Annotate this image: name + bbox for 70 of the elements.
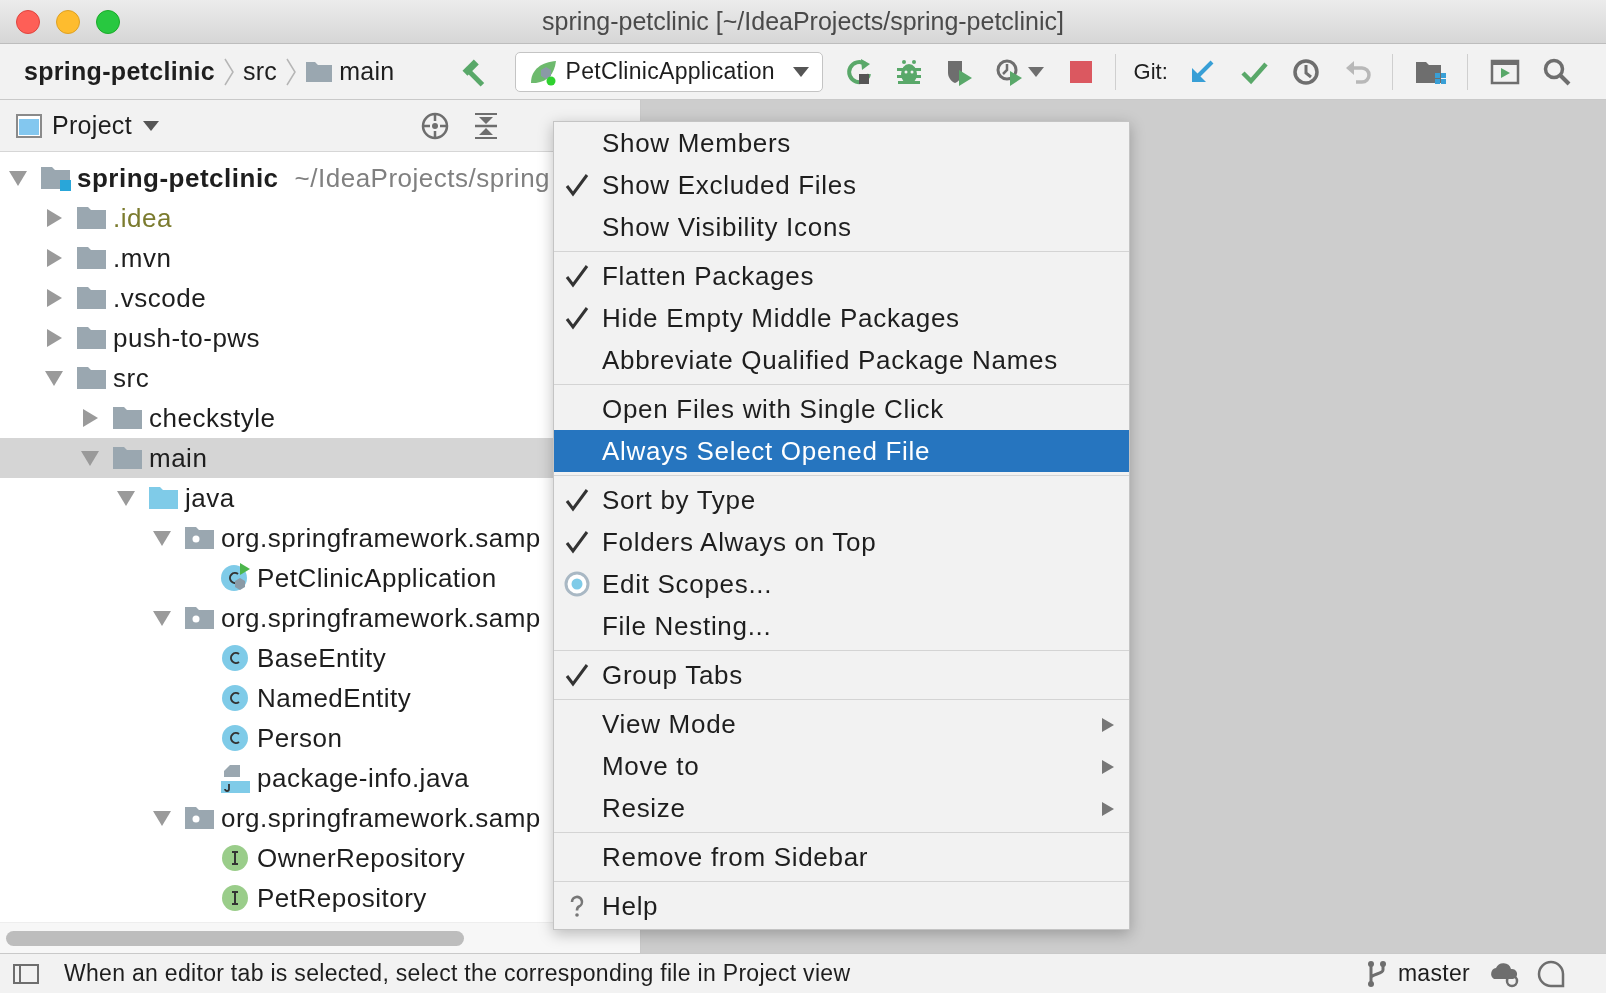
breadcrumb-chevron-icon <box>285 56 298 87</box>
menu-item[interactable]: Show Visibility Icons <box>554 206 1129 248</box>
menu-item[interactable]: Flatten Packages <box>554 255 1129 297</box>
caret-down-icon[interactable] <box>116 488 136 508</box>
menu-item[interactable]: View Mode <box>554 703 1129 745</box>
submenu-arrow-icon <box>1101 717 1115 733</box>
caret-icon[interactable] <box>1026 65 1045 78</box>
menu-item[interactable]: Help <box>554 885 1129 927</box>
caret-down-icon[interactable] <box>44 368 64 388</box>
crosshair-icon[interactable] <box>420 110 450 141</box>
menu-item[interactable]: Resize <box>554 787 1129 829</box>
menu-item[interactable]: File Nesting... <box>554 605 1129 647</box>
menu-item[interactable]: Open Files with Single Click <box>554 388 1129 430</box>
interface-icon <box>220 882 251 914</box>
status-message: When an editor tab is selected, select the corresponding file in Project view <box>64 960 851 987</box>
run-window-icon[interactable] <box>1489 57 1520 86</box>
breadcrumb-item[interactable]: main <box>339 57 395 86</box>
menu-item[interactable]: Abbreviate Qualified Package Names <box>554 339 1129 381</box>
caret-right-icon[interactable] <box>80 408 100 428</box>
run-configuration-dropdown[interactable]: PetClinicApplication <box>514 51 823 92</box>
breadcrumb-item[interactable]: src <box>242 57 278 86</box>
caret-right-icon[interactable] <box>44 328 64 348</box>
class-icon <box>220 642 251 674</box>
scrollbar-thumb[interactable] <box>6 930 464 946</box>
caret-right-icon[interactable] <box>44 208 64 228</box>
class-icon <box>220 682 251 714</box>
clock-icon[interactable] <box>1291 57 1320 86</box>
java-file-icon <box>220 762 251 794</box>
window-icon <box>16 113 42 138</box>
class-icon <box>220 562 251 594</box>
menu-item[interactable]: Always Select Opened File <box>554 430 1129 472</box>
search-icon[interactable] <box>1541 56 1572 87</box>
menu-item[interactable]: Edit Scopes... <box>554 563 1129 605</box>
git-label: Git: <box>1133 58 1168 85</box>
submenu-arrow-icon <box>1101 759 1115 775</box>
menu-item[interactable]: Show Members <box>554 122 1129 164</box>
zoom-button[interactable] <box>96 9 120 34</box>
interface-icon <box>220 842 251 874</box>
submenu-arrow-icon <box>1101 801 1115 817</box>
window-title: spring-petclinic [~/IdeaProjects/spring-petclinic] <box>542 7 1064 36</box>
caret-down-icon[interactable] <box>152 608 172 628</box>
menu-item[interactable]: Sort by Type <box>554 479 1129 521</box>
menu-item[interactable]: Move to <box>554 745 1129 787</box>
caret-down-icon[interactable] <box>80 448 100 468</box>
branch-icon <box>1365 959 1388 988</box>
speech-bubble-icon[interactable] <box>1536 958 1566 989</box>
menu-item[interactable]: Hide Empty Middle Packages <box>554 297 1129 339</box>
caret-down-icon[interactable] <box>152 808 172 828</box>
menu-item[interactable]: Remove from Sidebar <box>554 836 1129 878</box>
menu-item[interactable]: Group Tabs <box>554 654 1129 696</box>
minimize-button[interactable] <box>56 9 80 34</box>
class-icon <box>220 722 251 754</box>
close-button[interactable] <box>16 9 40 34</box>
git-branch[interactable]: master <box>1397 960 1470 987</box>
project-view-dropdown[interactable]: Project <box>52 111 160 140</box>
caret-down-icon[interactable] <box>8 168 28 188</box>
clock-run-icon[interactable] <box>994 57 1023 86</box>
caret-down-icon[interactable] <box>152 528 172 548</box>
bug-icon[interactable] <box>894 57 923 86</box>
caret-icon <box>141 119 160 132</box>
caret-right-icon[interactable] <box>44 288 64 308</box>
menu-item[interactable]: Folders Always on Top <box>554 521 1129 563</box>
collapse-all-icon[interactable] <box>472 110 500 141</box>
breadcrumb-chevron-icon <box>222 56 235 87</box>
caret-icon <box>791 65 810 78</box>
panel-toggle-icon[interactable] <box>12 961 40 986</box>
rerun-icon[interactable] <box>844 57 873 86</box>
caret-right-icon[interactable] <box>44 248 64 268</box>
menu-item[interactable]: Show Excluded Files <box>554 164 1129 206</box>
breadcrumb-item[interactable]: spring-petclinic <box>24 57 215 86</box>
